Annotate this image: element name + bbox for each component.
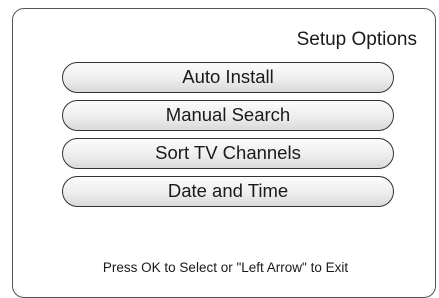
- date-and-time-button[interactable]: Date and Time: [62, 176, 394, 207]
- setup-menu: Auto Install Manual Search Sort TV Chann…: [62, 62, 394, 214]
- auto-install-button[interactable]: Auto Install: [62, 62, 394, 93]
- sort-tv-channels-button[interactable]: Sort TV Channels: [62, 138, 394, 169]
- screen-title: Setup Options: [296, 29, 417, 50]
- navigation-hint: Press OK to Select or "Left Arrow" to Ex…: [102, 260, 349, 275]
- manual-search-button[interactable]: Manual Search: [62, 100, 394, 131]
